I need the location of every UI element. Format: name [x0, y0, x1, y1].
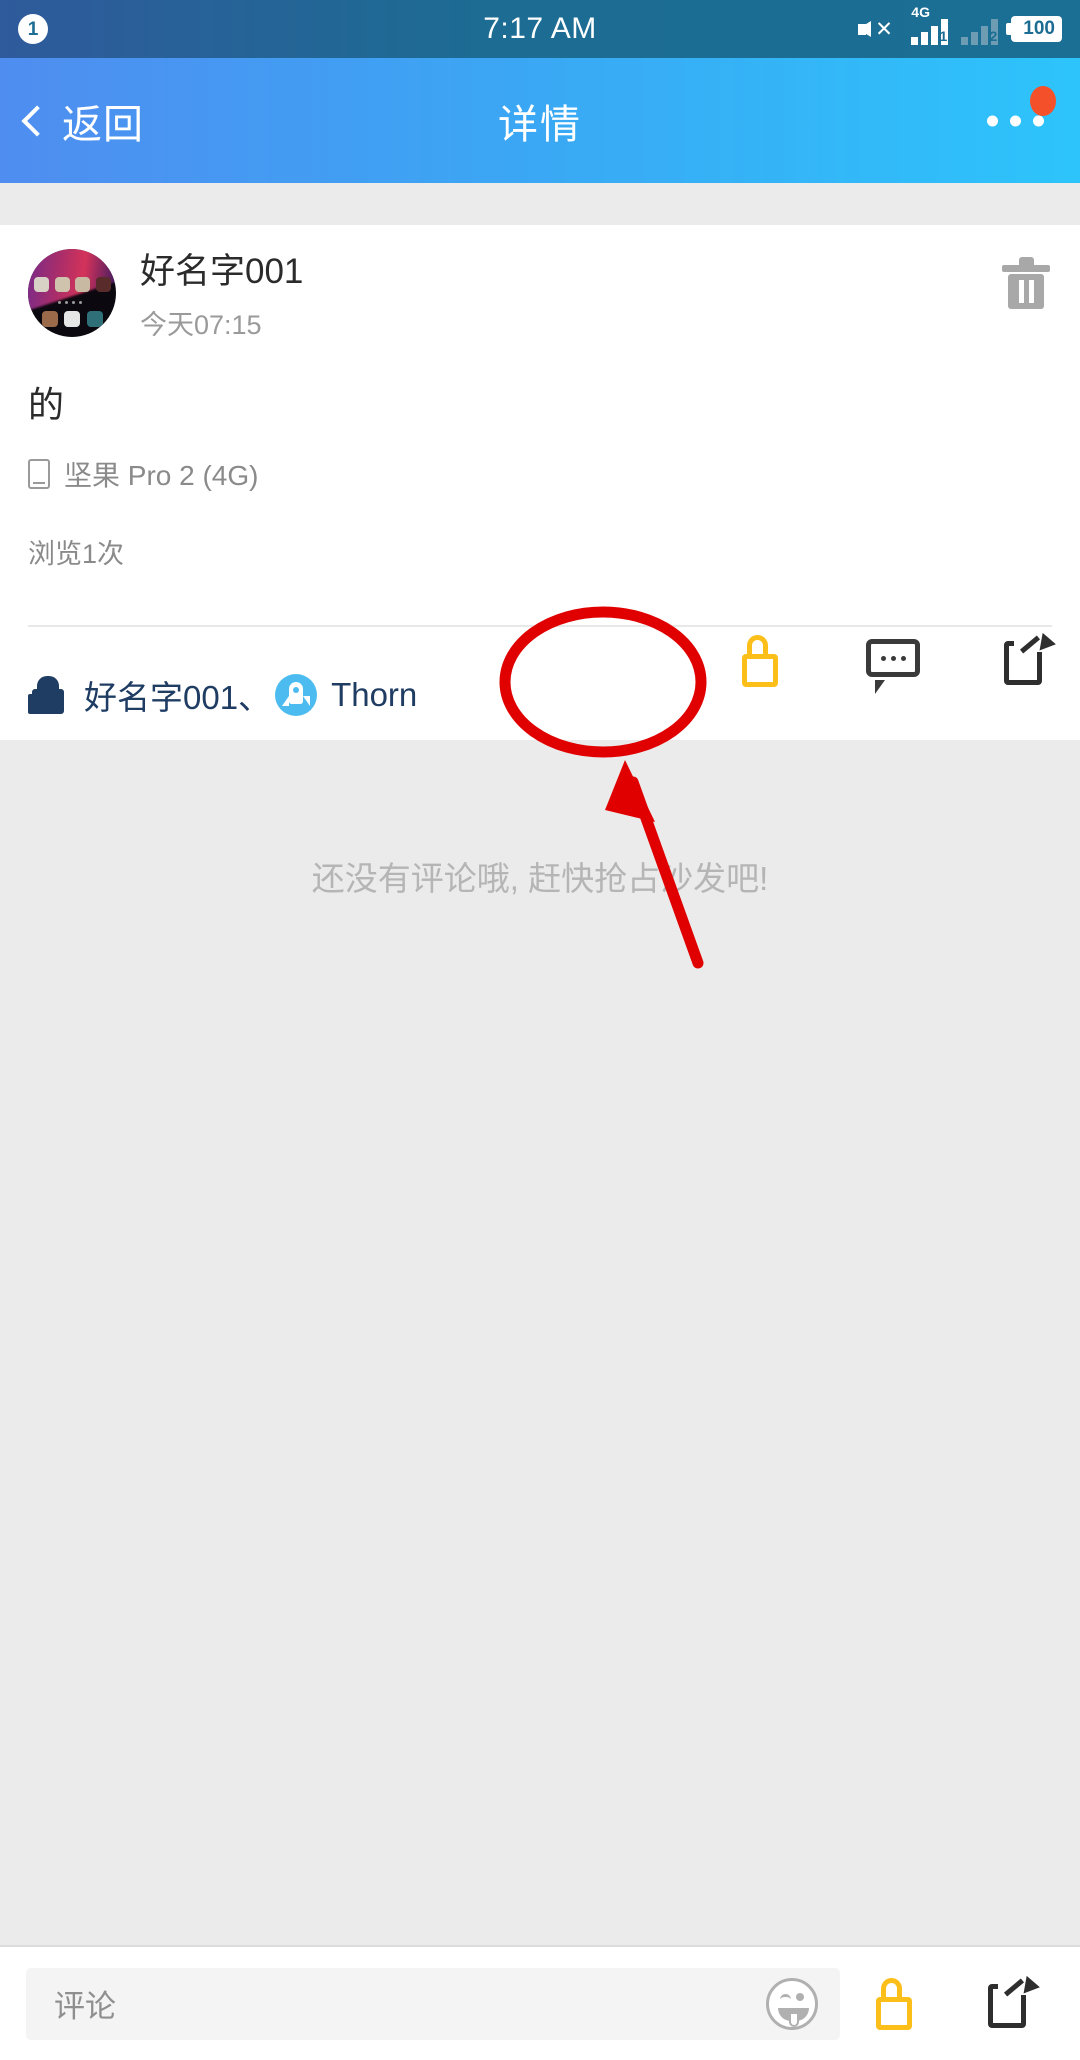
card-divider	[28, 625, 1052, 627]
post-content-text: 的	[28, 384, 65, 425]
notification-dot-badge	[1030, 86, 1056, 116]
bottom-actions	[870, 1975, 1054, 2030]
bottom-action-bar: 评论	[0, 1945, 1080, 2060]
sim2-label: 2	[989, 28, 998, 44]
liker-name-1[interactable]: 好名字001、	[84, 671, 271, 719]
bottom-share-button[interactable]	[988, 1975, 1042, 2030]
emoji-tongue-icon[interactable]	[766, 1977, 818, 2030]
comment-input[interactable]: 评论	[26, 1967, 840, 2040]
status-bar-left: 1	[18, 14, 318, 44]
liker-name-2[interactable]: Thorn	[331, 676, 417, 714]
post-actions-row: 浏览1次	[0, 494, 1080, 571]
bottom-like-button[interactable]	[870, 1977, 916, 2030]
nav-bar: 返回 详情	[0, 58, 1080, 183]
back-button[interactable]: 返回	[0, 92, 144, 150]
post-device-row: 坚果 Pro 2 (4G)	[0, 428, 1080, 494]
chevron-left-icon	[21, 104, 53, 137]
trash-icon	[1019, 257, 1034, 265]
comments-empty-state-text: 还没有评论哦, 赶快抢占沙发吧!	[311, 860, 769, 897]
likes-row: 好名字001、 Thorn	[0, 650, 1080, 740]
post-views-label: 浏览1次	[28, 539, 125, 569]
section-gap	[0, 183, 1080, 225]
post-timestamp: 今天07:15	[140, 310, 262, 340]
more-dot-2	[1010, 115, 1021, 126]
page-title: 详情	[498, 102, 582, 147]
speaker-mute-icon: ✕	[858, 14, 898, 44]
post-author-name[interactable]: 好名字001	[140, 251, 303, 293]
post-meta: 好名字001 今天07:15	[140, 249, 303, 342]
phone-screen: 1 7:17 AM ✕ 4G 1 2 100 返回 详情 好名字001 今天07…	[0, 0, 1080, 2060]
back-button-label: 返回	[62, 102, 144, 147]
status-bar: 1 7:17 AM ✕ 4G 1 2 100	[0, 0, 1080, 58]
signal-sim2-icon: 2	[961, 13, 999, 45]
status-bar-right: ✕ 4G 1 2 100	[762, 4, 1062, 45]
network-type-label: 4G	[911, 4, 930, 20]
more-dot-1	[987, 115, 998, 126]
post-card: 好名字001 今天07:15 的 坚果 Pro 2 (4G) 浏览1次 好名字0…	[0, 225, 1080, 740]
avatar[interactable]	[28, 249, 116, 337]
delete-post-button[interactable]	[1002, 255, 1050, 309]
notification-count-badge: 1	[18, 14, 48, 44]
signal-sim1-icon: 4G 1	[911, 4, 949, 45]
comment-input-placeholder: 评论	[54, 1989, 116, 2024]
battery-icon: 100	[1006, 15, 1062, 43]
post-header: 好名字001 今天07:15	[0, 225, 1080, 342]
more-dot-3	[1033, 115, 1044, 126]
battery-level-label: 100	[1023, 17, 1055, 39]
post-device-label: 坚果 Pro 2 (4G)	[64, 460, 259, 491]
sim1-label: 1	[939, 28, 948, 44]
thumbs-up-filled-icon	[28, 676, 68, 714]
liker-avatar-2[interactable]	[275, 674, 318, 716]
phone-icon	[28, 459, 50, 489]
status-bar-clock: 7:17 AM	[483, 12, 597, 45]
comments-section: 还没有评论哦, 赶快抢占沙发吧!	[0, 740, 1080, 1945]
